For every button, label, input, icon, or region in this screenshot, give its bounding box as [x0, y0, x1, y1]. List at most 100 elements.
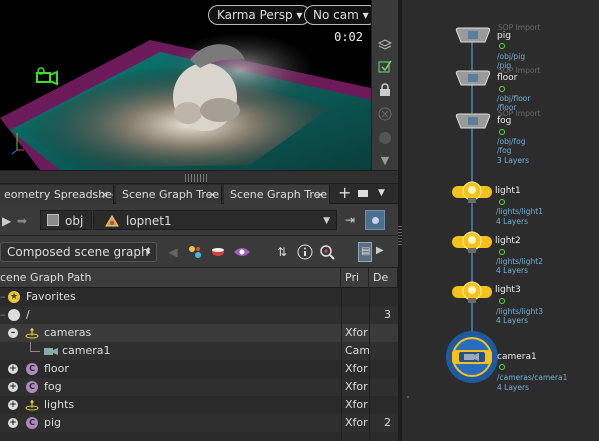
lop-network-icon — [104, 214, 120, 234]
tab-label: Scene Graph Tree — [122, 188, 220, 201]
prim-name: / — [26, 308, 30, 321]
display-flag-icon[interactable] — [499, 364, 505, 370]
pin-icon[interactable]: ⇥ — [345, 213, 355, 227]
tab-scene-graph-tree-active[interactable]: Scene Graph Tree × — [224, 185, 330, 204]
tab-scene-graph-tree[interactable]: Scene Graph Tree × — [116, 185, 222, 204]
breadcrumb-lopnet[interactable]: lopnet1 ▼ — [93, 210, 337, 230]
network-node-camera1[interactable] — [445, 330, 499, 384]
close-icon[interactable]: × — [208, 185, 217, 204]
close-icon[interactable]: × — [316, 185, 325, 204]
display-flag-icon[interactable] — [499, 43, 505, 49]
sort-icon[interactable]: ⇅ — [273, 243, 291, 261]
column-header-prim-type[interactable]: Pri — [341, 268, 369, 288]
table-row[interactable]: + C floor Xfor — [0, 360, 398, 378]
chevron-down-icon[interactable]: ▼ — [323, 211, 330, 231]
pane-layout-icon[interactable] — [358, 190, 368, 197]
new-prim-icon[interactable] — [186, 243, 204, 261]
display-options-icon[interactable] — [377, 58, 393, 74]
chevron-down-icon: ▾ — [362, 8, 369, 22]
scene-graph-mode-select[interactable]: Composed scene graph ⬍ — [0, 242, 157, 262]
camera-prim-icon — [44, 346, 58, 359]
expand-toggle-icon[interactable]: + — [8, 382, 18, 392]
camera-node-icon — [446, 331, 498, 383]
camera-menu[interactable]: No cam ▾ — [304, 5, 371, 25]
link-toggle[interactable] — [365, 210, 385, 230]
chevron-down-icon: ▾ — [296, 8, 303, 22]
expand-toggle-icon[interactable]: + — [8, 364, 18, 374]
column-header-path[interactable]: cene Graph Path — [0, 268, 341, 288]
scene-graph-mode-value: Composed scene graph — [7, 245, 149, 259]
expand-toggle-icon[interactable]: + — [8, 400, 18, 410]
display-flag-icon[interactable] — [499, 249, 505, 255]
breadcrumb-label: obj — [65, 214, 84, 228]
column-divider[interactable] — [341, 288, 342, 441]
root-prim-icon — [8, 309, 20, 321]
node-name[interactable]: pig — [497, 31, 511, 41]
collapse-left-icon[interactable]: ◀ — [164, 243, 182, 261]
breadcrumb-obj[interactable]: obj — [40, 210, 92, 230]
table-row[interactable]: + lights Xfor — [0, 396, 398, 414]
node-name[interactable]: floor — [497, 73, 517, 83]
column-divider[interactable] — [369, 288, 370, 441]
lock-icon[interactable] — [377, 82, 393, 98]
tree-line: – — [0, 308, 6, 321]
display-flag-icon[interactable] — [499, 298, 505, 304]
prim-name: floor — [44, 362, 69, 375]
sop-import-node-icon — [455, 27, 491, 43]
back-arrow-icon[interactable]: ▶ — [2, 214, 11, 228]
tab-geometry-spreadsheet[interactable]: eometry Spreadsheet × — [0, 185, 114, 204]
node-name[interactable]: fog — [497, 116, 511, 126]
chevron-down-icon[interactable]: ▼ — [377, 152, 393, 168]
tab-label: eometry Spreadsheet — [4, 188, 114, 201]
expand-toggle-icon[interactable]: + — [8, 418, 18, 428]
node-name[interactable]: camera1 — [497, 352, 537, 362]
scene-viewport[interactable]: Karma Persp ▾ No cam ▾ 0:02 — [0, 0, 371, 170]
forward-arrow-icon[interactable]: ➡ — [17, 214, 27, 228]
column-header-descendants[interactable]: De — [369, 268, 398, 288]
display-flag-icon[interactable] — [499, 199, 505, 205]
search-add-icon[interactable] — [318, 243, 336, 261]
network-node-light1[interactable] — [452, 180, 492, 204]
path-bar: ▶ ➡ obj lopnet1 ▼ ⇥ — [0, 204, 398, 236]
display-purpose-icon[interactable] — [233, 243, 251, 261]
close-circle-icon[interactable] — [377, 106, 393, 122]
node-name[interactable]: light2 — [495, 236, 521, 246]
info-icon[interactable] — [296, 243, 314, 261]
node-layer-count: 4 Layers — [496, 266, 528, 275]
chevron-down-icon[interactable]: ▼ — [378, 184, 385, 203]
table-row[interactable]: – / 3 — [0, 306, 398, 324]
table-row[interactable]: + C fog Xfor — [0, 378, 398, 396]
node-name[interactable]: light1 — [495, 186, 521, 196]
table-row[interactable]: – ★ Favorites — [0, 288, 398, 306]
network-node-floor[interactable] — [453, 69, 493, 87]
close-icon[interactable]: × — [100, 185, 109, 204]
component-prim-icon: C — [26, 363, 38, 375]
network-node-pig[interactable] — [453, 26, 493, 44]
details-icon: ▤ — [361, 246, 371, 257]
scene-graph-toolbar: Composed scene graph ⬍ ◀ ⇅ ▤ ▶ — [0, 236, 398, 268]
pane-splitter[interactable] — [0, 170, 398, 184]
network-node-light3[interactable] — [452, 280, 492, 304]
node-layer-count: 4 Layers — [496, 316, 528, 325]
table-row[interactable]: camera1 Cam — [0, 342, 398, 360]
layers-icon[interactable] — [377, 37, 393, 53]
table-row[interactable]: – cameras Xfor — [0, 324, 398, 342]
node-name[interactable]: light3 — [495, 285, 521, 295]
node-layer-count: 3 Layers — [497, 156, 529, 165]
record-icon[interactable] — [377, 130, 393, 146]
add-tab-icon[interactable]: + — [338, 184, 351, 202]
renderer-menu[interactable]: Karma Persp ▾ — [208, 5, 312, 25]
prim-type: Cam — [345, 344, 371, 357]
network-editor[interactable]: SOP Import pig /obj/pig /pig SOP Import … — [402, 0, 599, 441]
network-node-light2[interactable] — [452, 230, 492, 254]
network-node-fog[interactable] — [453, 112, 493, 130]
sop-import-node-icon — [455, 70, 491, 86]
display-flag-icon[interactable] — [499, 129, 505, 135]
display-flag-icon[interactable] — [499, 86, 505, 92]
scene-graph-details-toggle[interactable]: ▤ — [358, 242, 372, 262]
material-icon[interactable] — [209, 243, 227, 261]
collapse-toggle-icon[interactable]: – — [8, 328, 18, 338]
table-row[interactable]: + C pig Xfor 2 — [0, 414, 398, 432]
prim-name: pig — [44, 416, 62, 429]
expand-right-icon[interactable]: ▶ — [376, 245, 384, 256]
